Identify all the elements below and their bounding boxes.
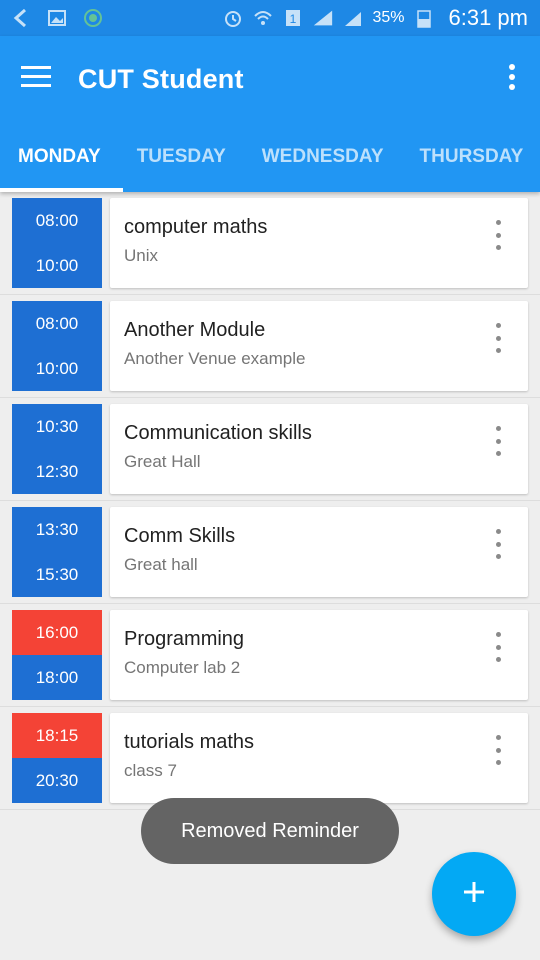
- time-block: 13:30 15:30: [12, 507, 102, 597]
- end-time: 10:00: [12, 346, 102, 391]
- end-time: 10:00: [12, 243, 102, 288]
- list-item: 16:00 18:00 Programming Computer lab 2: [0, 604, 540, 707]
- module-name: Another Module: [124, 319, 266, 341]
- venue-name: Computer lab 2: [124, 658, 241, 677]
- battery-icon: [413, 7, 435, 29]
- class-card[interactable]: Another Module Another Venue example: [110, 301, 528, 391]
- day-tabs: MONDAY TUESDAY WEDNESDAY THURSDAY: [0, 122, 540, 192]
- time-block: 10:30 12:30: [12, 404, 102, 494]
- class-card[interactable]: computer maths Unix: [110, 198, 528, 288]
- more-vert-icon: [508, 63, 516, 95]
- more-vert-icon[interactable]: [488, 632, 508, 662]
- back-arrow-icon: [10, 7, 32, 29]
- more-vert-icon[interactable]: [488, 529, 508, 559]
- venue-name: Another Venue example: [124, 349, 306, 368]
- wifi-icon: [252, 7, 274, 29]
- class-card[interactable]: Programming Computer lab 2: [110, 610, 528, 700]
- app-notification-icon: [82, 7, 104, 29]
- time-block: 08:00 10:00: [12, 198, 102, 288]
- module-name: Comm Skills: [124, 525, 236, 547]
- class-card[interactable]: Communication skills Great Hall: [110, 404, 528, 494]
- time-block: 16:00 18:00: [12, 610, 102, 700]
- start-time: 16:00: [12, 610, 102, 655]
- class-card[interactable]: tutorials maths class 7: [110, 713, 528, 803]
- time-block: 08:00 10:00: [12, 301, 102, 391]
- list-item: 13:30 15:30 Comm Skills Great hall: [0, 501, 540, 604]
- sim-icon: 1: [282, 7, 304, 29]
- start-time: 18:15: [12, 713, 102, 758]
- start-time: 13:30: [12, 507, 102, 552]
- hamburger-menu-button[interactable]: [0, 43, 72, 115]
- time-block: 18:15 20:30: [12, 713, 102, 803]
- tab-monday[interactable]: MONDAY: [0, 122, 119, 192]
- venue-name: Great hall: [124, 555, 198, 574]
- more-vert-icon[interactable]: [488, 220, 508, 250]
- tab-thursday[interactable]: THURSDAY: [402, 122, 540, 192]
- end-time: 20:30: [12, 758, 102, 803]
- tab-wednesday[interactable]: WEDNESDAY: [244, 122, 402, 192]
- app-title: CUT Student: [78, 63, 244, 94]
- list-item: 10:30 12:30 Communication skills Great H…: [0, 398, 540, 501]
- status-clock: 6:31 pm: [448, 5, 529, 30]
- start-time: 08:00: [12, 198, 102, 243]
- svg-text:1: 1: [290, 12, 297, 26]
- app-bar: CUT Student MONDAY TUESDAY WEDNESDAY THU…: [0, 36, 540, 192]
- venue-name: Unix: [124, 246, 159, 265]
- hamburger-menu-icon: [21, 65, 51, 93]
- toast-message: Removed Reminder: [141, 798, 399, 864]
- overflow-menu-button[interactable]: [484, 43, 540, 115]
- module-name: Programming: [124, 628, 245, 650]
- end-time: 15:30: [12, 552, 102, 597]
- list-item: 08:00 10:00 Another Module Another Venue…: [0, 295, 540, 398]
- status-bar: 1 35% 6:31 pm: [0, 0, 540, 36]
- more-vert-icon[interactable]: [488, 735, 508, 765]
- toolbar: CUT Student: [0, 36, 540, 122]
- tab-tuesday[interactable]: TUESDAY: [119, 122, 244, 192]
- end-time: 12:30: [12, 449, 102, 494]
- image-icon: [46, 7, 68, 29]
- alarm-icon: [222, 7, 244, 29]
- venue-name: class 7: [124, 761, 177, 780]
- more-vert-icon[interactable]: [488, 426, 508, 456]
- signal-icon: [342, 7, 364, 29]
- class-card[interactable]: Comm Skills Great hall: [110, 507, 528, 597]
- add-class-button[interactable]: [432, 852, 516, 936]
- list-item: 18:15 20:30 tutorials maths class 7: [0, 707, 540, 810]
- plus-icon: [462, 880, 486, 909]
- module-name: computer maths: [124, 216, 268, 238]
- module-name: tutorials maths: [124, 731, 255, 753]
- end-time: 18:00: [12, 655, 102, 700]
- more-vert-icon[interactable]: [488, 323, 508, 353]
- timetable-list: 08:00 10:00 computer maths Unix 08:00 10…: [0, 192, 540, 810]
- venue-name: Great Hall: [124, 452, 201, 471]
- battery-percent: 35%: [372, 9, 405, 26]
- module-name: Communication skills: [124, 422, 312, 444]
- signal-icon: [312, 7, 334, 29]
- list-item: 08:00 10:00 computer maths Unix: [0, 192, 540, 295]
- start-time: 10:30: [12, 404, 102, 449]
- start-time: 08:00: [12, 301, 102, 346]
